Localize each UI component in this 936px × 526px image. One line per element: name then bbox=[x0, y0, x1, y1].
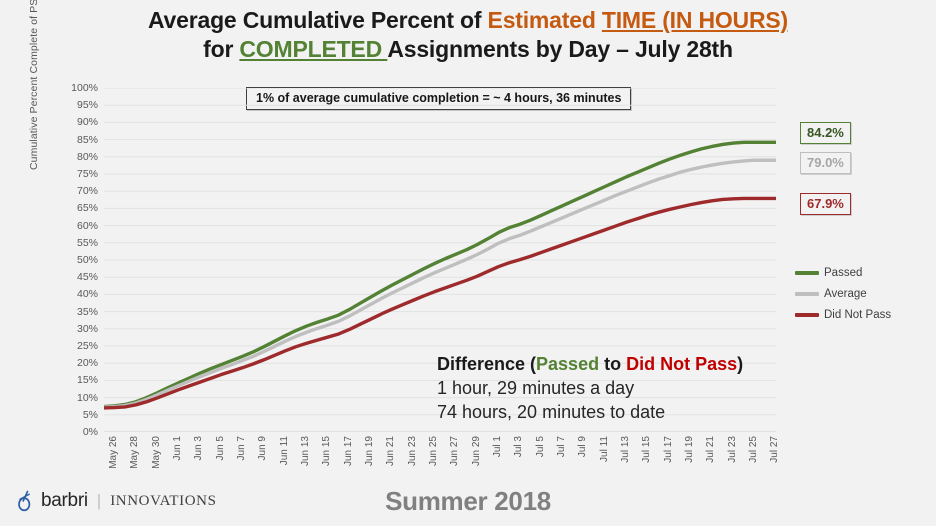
legend-swatch bbox=[795, 270, 819, 275]
y-tick-label: 25% bbox=[76, 340, 98, 352]
difference-head-a: Difference ( bbox=[437, 354, 537, 374]
y-axis-tick-labels: 0% 5% 10% 15% 20% 25% 30% 35% 40% 45% 50% 55% 60% 65%… bbox=[52, 82, 98, 438]
x-tick-label: Jun 5 bbox=[214, 436, 226, 461]
x-tick-label: Jun 29 bbox=[470, 436, 482, 467]
y-tick-label: 70% bbox=[76, 185, 98, 198]
x-tick-label: May 30 bbox=[150, 436, 162, 469]
x-tick-label: Jun 23 bbox=[406, 436, 418, 467]
difference-per-day: 1 hour, 29 minutes a day bbox=[437, 378, 635, 398]
x-tick-label: Jul 19 bbox=[684, 436, 695, 463]
difference-heading: Difference (Passed to Did Not Pass) bbox=[437, 352, 743, 376]
legend-label: Did Not Pass bbox=[824, 308, 892, 321]
difference-passed: Passed bbox=[536, 354, 600, 374]
legend-item-average[interactable]: Average bbox=[795, 283, 891, 304]
y-tick-label: 65% bbox=[76, 202, 98, 215]
y-tick-label: 55% bbox=[76, 236, 98, 249]
slide-footer: barbri | INNOVATIONS Summer 2018 bbox=[0, 482, 936, 526]
x-tick-label: Jun 19 bbox=[364, 436, 375, 467]
y-tick-label: 45% bbox=[76, 271, 98, 284]
x-tick-label: Jul 15 bbox=[641, 436, 653, 463]
x-tick-label: Jun 13 bbox=[300, 436, 311, 467]
x-tick-label: Jun 1 bbox=[172, 436, 183, 461]
y-tick-label: 0% bbox=[82, 426, 98, 438]
x-tick-label: Jun 3 bbox=[193, 436, 205, 461]
callout-average: 79.0% bbox=[800, 152, 851, 174]
x-tick-label: May 26 bbox=[108, 436, 119, 469]
x-tick-label: Jul 13 bbox=[620, 436, 631, 463]
callout-did-not-pass: 67.9% bbox=[800, 193, 851, 215]
x-tick-label: Jul 7 bbox=[556, 436, 567, 458]
x-tick-label: Jun 15 bbox=[321, 436, 333, 467]
y-tick-label: 15% bbox=[76, 374, 98, 387]
y-tick-label: 100% bbox=[71, 82, 98, 94]
y-tick-label: 60% bbox=[76, 219, 98, 232]
legend-swatch bbox=[795, 312, 819, 317]
x-tick-label: Jun 25 bbox=[428, 436, 439, 467]
season-label: Summer 2018 bbox=[385, 486, 551, 516]
legend-label: Average bbox=[824, 287, 867, 300]
chart-legend: Passed Average Did Not Pass bbox=[795, 262, 891, 325]
y-tick-label: 35% bbox=[76, 305, 98, 318]
callout-passed: 84.2% bbox=[800, 122, 851, 144]
y-tick-label: 90% bbox=[76, 116, 98, 129]
x-axis-tick-labels: May 26 May 28 May 30 Jun 1 Jun 3 Jun 5 Jun 7 Ju… bbox=[104, 436, 780, 488]
y-tick-label: 95% bbox=[76, 99, 98, 112]
difference-callout: Difference (Passed to Did Not Pass) 1 ho… bbox=[437, 352, 743, 424]
x-tick-label: Jun 17 bbox=[342, 436, 354, 467]
x-tick-label: Jun 11 bbox=[278, 436, 290, 466]
y-tick-label: 5% bbox=[82, 408, 98, 421]
legend-item-did-not-pass[interactable]: Did Not Pass bbox=[795, 304, 891, 325]
difference-to: to bbox=[599, 354, 627, 374]
x-tick-label: Jul 17 bbox=[662, 436, 674, 463]
legend-swatch bbox=[795, 291, 819, 296]
legend-label: Passed bbox=[824, 266, 863, 279]
difference-head-e: ) bbox=[737, 354, 744, 374]
x-tick-label: Jun 21 bbox=[385, 436, 397, 467]
y-tick-label: 80% bbox=[76, 150, 98, 163]
x-tick-label: Jun 9 bbox=[257, 436, 269, 461]
y-tick-label: 75% bbox=[76, 168, 98, 180]
difference-did-not-pass: Did Not Pass bbox=[626, 354, 738, 374]
x-tick-label: Jul 21 bbox=[705, 436, 717, 463]
y-tick-label: 20% bbox=[76, 357, 98, 370]
x-tick-label: Jul 3 bbox=[513, 436, 525, 458]
x-tick-label: Jun 27 bbox=[449, 436, 461, 467]
x-tick-label: Jul 25 bbox=[748, 436, 759, 463]
y-tick-label: 10% bbox=[76, 391, 98, 404]
x-tick-label: Jul 9 bbox=[577, 436, 589, 458]
difference-to-date: 74 hours, 20 minutes to date bbox=[437, 402, 666, 422]
legend-item-passed[interactable]: Passed bbox=[795, 262, 891, 283]
x-tick-label: Jun 7 bbox=[236, 436, 247, 461]
y-axis-title: Cumulative Percent Complete of PSP bbox=[28, 0, 40, 170]
x-tick-label: Jul 27 bbox=[769, 436, 781, 463]
x-tick-label: Jul 1 bbox=[492, 436, 503, 458]
x-tick-label: Jul 11 bbox=[598, 436, 610, 462]
y-tick-label: 50% bbox=[76, 254, 98, 266]
x-tick-label: Jul 23 bbox=[726, 436, 738, 463]
y-tick-label: 85% bbox=[76, 133, 98, 146]
x-tick-label: May 28 bbox=[129, 436, 141, 469]
y-tick-label: 40% bbox=[76, 288, 98, 301]
slide-root: Average Cumulative Percent of Estimated … bbox=[0, 0, 936, 526]
x-tick-label: Jul 5 bbox=[534, 436, 546, 458]
y-tick-label: 30% bbox=[76, 322, 98, 335]
